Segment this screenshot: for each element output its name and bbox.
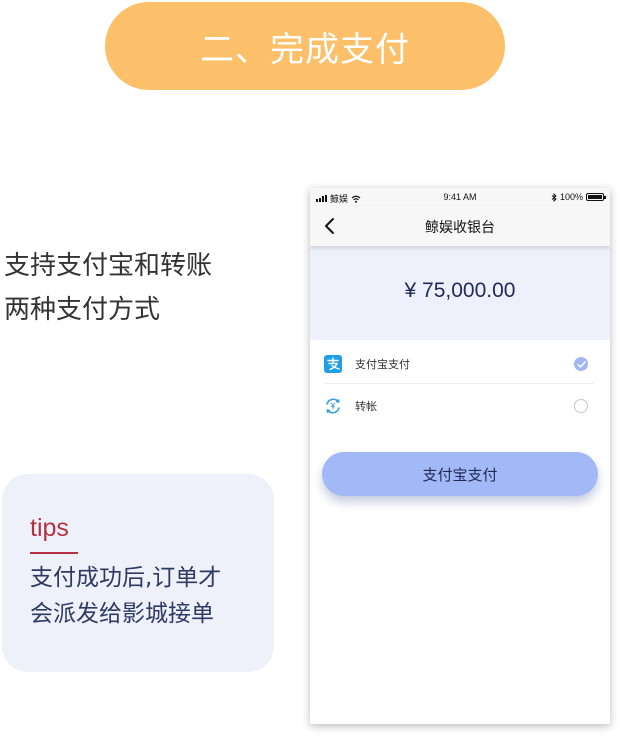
transfer-icon — [326, 398, 340, 414]
tips-line-2: 会派发给影城接单 — [30, 601, 214, 627]
payment-option-label: 转帐 — [355, 400, 377, 413]
section-title: 二、完成支付 — [200, 29, 410, 70]
bluetooth-icon — [551, 192, 557, 202]
status-bar: 鲸娱 9:41 AM 100% — [310, 188, 610, 206]
feature-description: 支持支付宝和转账 两种支付方式 — [4, 244, 274, 332]
tips-title: tips — [30, 514, 69, 542]
payment-amount: ¥ 75,000.00 — [404, 279, 516, 302]
check-icon — [576, 360, 586, 368]
tips-card: tips 支付成功后,订单才 会派发给影城接单 — [2, 474, 274, 672]
phone-mockup: 鲸娱 9:41 AM 100% 鲸娱收银台 ¥ 75,000.00 支付宝支付 … — [310, 188, 610, 724]
radio-unselected[interactable] — [574, 399, 588, 413]
payment-option-transfer[interactable]: 转帐 — [324, 386, 594, 426]
section-banner: 二、完成支付 — [105, 2, 505, 90]
amount-panel: ¥ 75,000.00 — [310, 246, 610, 340]
alipay-icon — [324, 355, 342, 373]
battery-icon — [586, 193, 606, 201]
payment-option-alipay[interactable]: 支付宝支付 — [324, 344, 594, 384]
payment-option-label: 支付宝支付 — [355, 358, 410, 371]
description-line-1: 支持支付宝和转账 — [4, 251, 213, 281]
tips-line-1: 支付成功后,订单才 — [30, 565, 222, 591]
status-right: 100% — [551, 192, 606, 202]
radio-selected[interactable] — [574, 357, 588, 371]
nav-title: 鲸娱收银台 — [425, 220, 495, 236]
nav-bar: 鲸娱收银台 — [310, 206, 610, 246]
pay-button[interactable]: 支付宝支付 — [322, 452, 598, 496]
battery-percent: 100% — [559, 192, 583, 202]
description-line-2: 两种支付方式 — [4, 295, 161, 325]
tips-body: 支付成功后,订单才 会派发给影城接单 — [30, 560, 270, 632]
tips-underline — [30, 552, 78, 554]
